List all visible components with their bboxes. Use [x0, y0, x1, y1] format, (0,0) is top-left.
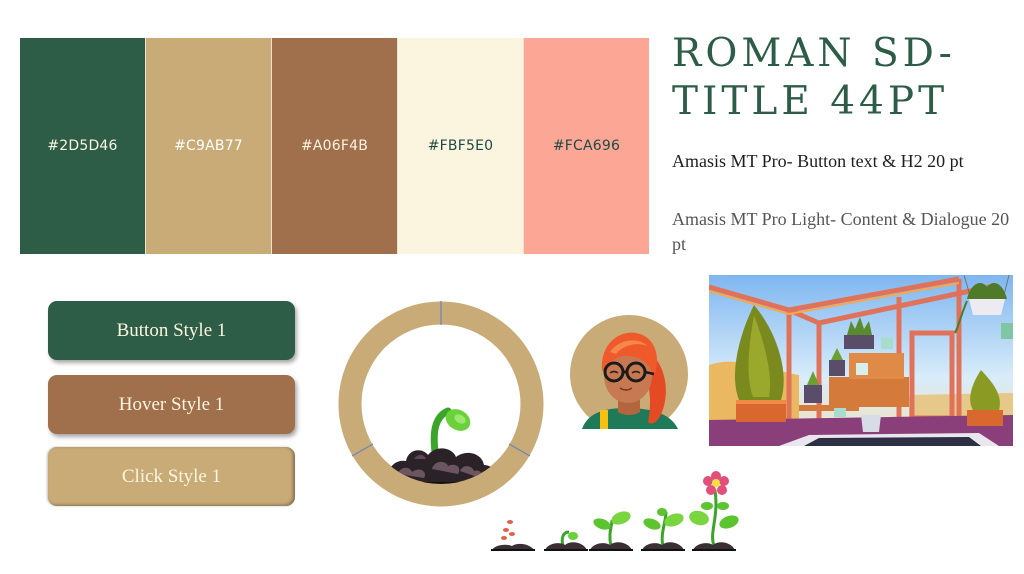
swatch-dark-green: #2D5D46: [20, 38, 146, 254]
girl-with-glasses-avatar: [570, 315, 688, 429]
seedling-stage-icon: [589, 511, 633, 551]
swatch-brown: #A06F4B: [272, 38, 398, 254]
greenhouse-interior-illustration: [709, 275, 1013, 446]
content-font-spec: Amasis MT Pro Light- Content & Dialogue …: [672, 209, 1010, 254]
button-style-default[interactable]: Button Style 1: [48, 301, 295, 360]
swatch-hex-label: #A06F4B: [300, 138, 369, 154]
seeds-stage-icon: [491, 520, 535, 551]
swatch-tan: #C9AB77: [146, 38, 272, 254]
swatch-hex-label: #FBF5E0: [427, 138, 494, 154]
young-plant-stage-icon: [641, 508, 685, 551]
sprout-stage-icon: [544, 530, 588, 551]
swatch-hex-label: #2D5D46: [47, 138, 118, 154]
button-style-click[interactable]: Click Style 1: [48, 447, 295, 506]
button-style-hover[interactable]: Hover Style 1: [48, 375, 295, 434]
flowering-plant-stage-icon: [689, 471, 739, 551]
swatch-hex-label: #FCA696: [552, 138, 621, 154]
swatch-salmon: #FCA696: [524, 38, 649, 254]
swatch-cream: #FBF5E0: [398, 38, 524, 254]
swatch-hex-label: #C9AB77: [174, 138, 243, 154]
h2-font-spec: Amasis MT Pro- Button text & H2 20 pt: [672, 151, 964, 171]
title-font-spec: ROMAN SD- TITLE 44PT: [672, 31, 956, 124]
color-palette: #2D5D46 #C9AB77 #A06F4B #FBF5E0 #FCA696: [20, 38, 649, 254]
